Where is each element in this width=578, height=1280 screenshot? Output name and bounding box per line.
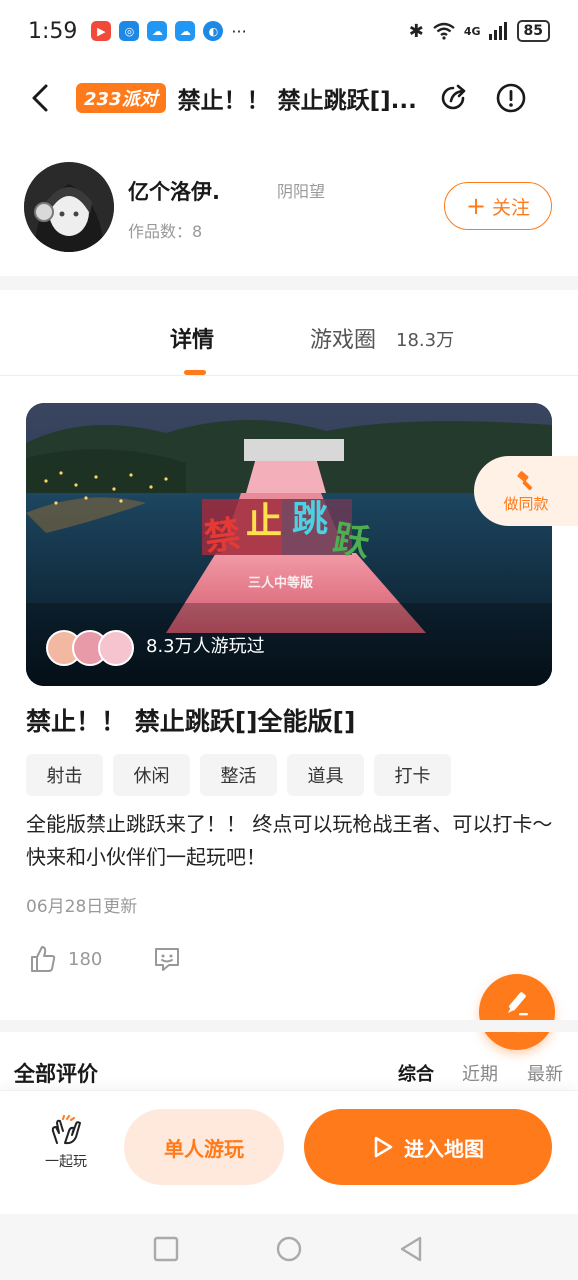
tab-bar: 详情 游戏圈 18.3万 — [0, 300, 578, 376]
status-app-icons: ▶ ◎ ☁ ☁ ◐ ··· — [91, 21, 247, 41]
author-section: 亿个洛伊. 阴阳望 作品数：8 + 关注 — [24, 158, 554, 254]
game-description: 全能版禁止跳跃来了！！ 终点可以玩枪战王者、可以打卡～快来和小伙伴们一起玩吧！ — [26, 812, 553, 869]
sort-option-recent[interactable]: 近期 — [462, 1060, 498, 1086]
plus-icon: + — [465, 192, 487, 220]
video-app-icon: ▶ — [91, 21, 112, 41]
reviews-header: 全部评价 综合 近期 最新 — [0, 1058, 578, 1092]
reviews-title: 全部评价 — [14, 1062, 98, 1086]
players-count-text: 8.3万人游玩过 — [146, 636, 265, 657]
svg-text:禁: 禁 — [202, 514, 243, 560]
network-type: 4G — [463, 24, 481, 38]
comment-icon — [155, 948, 179, 971]
thumbs-up-icon — [31, 946, 56, 972]
author-name[interactable]: 亿个洛伊. — [128, 176, 220, 206]
signal-icon — [488, 22, 507, 40]
follow-label: 关注 — [492, 196, 531, 219]
remix-button[interactable]: 做同款 — [474, 456, 578, 526]
comment-button[interactable] — [152, 944, 182, 978]
cloud-app-icon: ☁ — [147, 21, 168, 41]
tag-item[interactable]: 整活 — [200, 754, 277, 796]
svg-text:止: 止 — [246, 501, 282, 542]
brand-badge: 233派对 — [76, 83, 166, 113]
tab-active-indicator — [184, 370, 206, 375]
recent-apps-icon[interactable] — [153, 1236, 179, 1262]
tag-item[interactable]: 道具 — [287, 754, 364, 796]
cloud-app-icon-2: ☁ — [175, 21, 196, 41]
solo-play-button[interactable]: 单人游玩 — [124, 1109, 284, 1185]
author-tag: 阴阳望 — [277, 182, 326, 201]
action-bar: 一起玩 单人游玩 进入地图 — [0, 1090, 578, 1214]
header: 233派对 禁止！！ 禁止跳跃[]... — [0, 62, 578, 134]
tag-item[interactable]: 休闲 — [113, 754, 190, 796]
pen-icon — [508, 992, 528, 1016]
globe-app-icon: ◐ — [203, 21, 224, 41]
write-review-button[interactable]: 写评价 — [479, 974, 555, 1050]
info-alert-icon — [496, 83, 525, 113]
remix-label: 做同款 — [503, 494, 549, 513]
player-avatars — [46, 630, 134, 666]
tab-game-circle[interactable]: 游戏圈 — [310, 322, 376, 354]
game-banner[interactable]: 禁 止 跳 跃 三人中等版 8.3万人游玩过 — [26, 403, 552, 686]
more-notifications-icon: ··· — [231, 21, 247, 41]
tag-list: 射击 休闲 整活 道具 打卡 — [26, 754, 451, 796]
play-together-label: 一起玩 — [45, 1154, 87, 1170]
game-title: 禁止！！ 禁止跳跃[]全能版[] — [26, 707, 356, 736]
bluetooth-icon: ✱ — [408, 20, 424, 42]
status-time: 1:59 — [28, 18, 78, 44]
section-divider — [0, 276, 578, 290]
status-bar: 1:59 ▶ ◎ ☁ ☁ ◐ ··· ✱ 4G 85 — [0, 0, 578, 62]
play-icon — [374, 1136, 393, 1158]
author-works-count: 作品数：8 — [128, 222, 203, 241]
svg-text:跳: 跳 — [292, 499, 328, 540]
player-avatar — [98, 630, 134, 666]
share-button[interactable] — [436, 81, 470, 115]
enter-map-button[interactable]: 进入地图 — [304, 1109, 552, 1185]
back-nav-icon[interactable] — [398, 1236, 424, 1262]
tab-detail[interactable]: 详情 — [170, 322, 214, 354]
report-button[interactable] — [494, 81, 528, 115]
home-icon[interactable] — [276, 1236, 302, 1262]
enter-map-label: 进入地图 — [404, 1136, 484, 1161]
browser-app-icon: ◎ — [119, 21, 140, 41]
hammer-icon — [517, 470, 533, 490]
page-title: 禁止！！ 禁止跳跃[]... — [177, 88, 417, 114]
svg-text:三人中等版: 三人中等版 — [248, 575, 313, 591]
tab-game-circle-count: 18.3万 — [396, 330, 455, 351]
status-right: ✱ 4G 85 — [409, 20, 550, 42]
clap-hands-icon — [51, 1115, 81, 1145]
wifi-icon — [433, 22, 455, 40]
like-button[interactable]: 180 — [28, 944, 102, 974]
update-date: 06月28日更新 — [26, 897, 138, 917]
section-divider — [0, 1020, 578, 1032]
system-nav-bar — [0, 1214, 578, 1280]
battery-indicator: 85 — [516, 20, 550, 42]
sort-option-overall[interactable]: 综合 — [398, 1060, 434, 1086]
back-button[interactable] — [22, 80, 58, 116]
avatar-illustration — [24, 162, 114, 252]
follow-button[interactable]: + 关注 — [444, 182, 552, 230]
share-icon — [441, 84, 465, 110]
tag-item[interactable]: 打卡 — [374, 754, 451, 796]
like-count: 180 — [68, 948, 103, 970]
avatar[interactable] — [24, 162, 114, 252]
tag-item[interactable]: 射击 — [26, 754, 103, 796]
sort-option-newest[interactable]: 最新 — [527, 1060, 563, 1086]
play-together-button[interactable]: 一起玩 — [40, 1115, 92, 1171]
chevron-left-icon — [32, 84, 48, 112]
